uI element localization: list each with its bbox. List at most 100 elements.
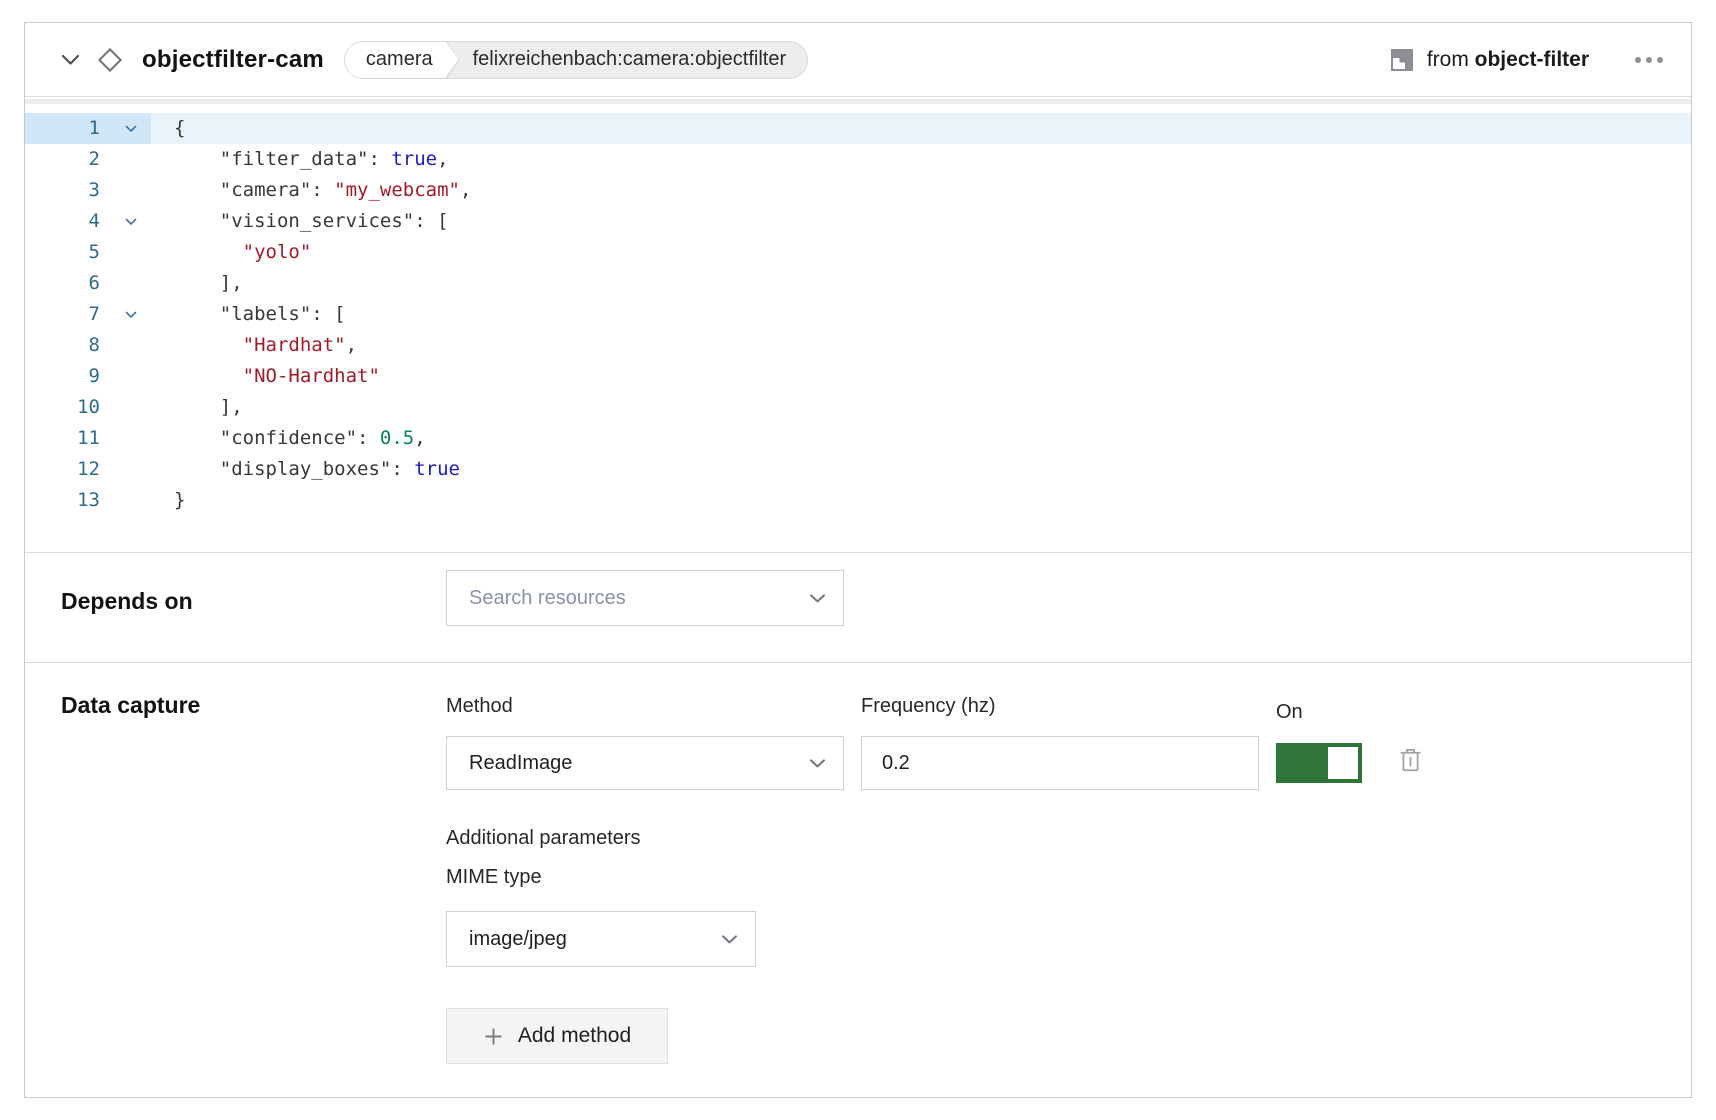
code-line[interactable]: 2 "filter_data": true, [25, 144, 1691, 175]
trash-icon [1399, 747, 1422, 772]
fold-spacer [110, 392, 151, 423]
mime-type-label: MIME type [446, 866, 542, 889]
editor-gutter: 8 [25, 330, 151, 361]
resource-card: objectfilter-cam camera felixreichenbach… [24, 22, 1692, 1098]
line-number: 7 [25, 299, 110, 330]
data-capture-heading: Data capture [61, 692, 200, 719]
line-number: 9 [25, 361, 110, 392]
code-text: "filter_data": true, [151, 144, 449, 175]
editor-gutter: 12 [25, 454, 151, 485]
mime-type-value: image/jpeg [469, 928, 567, 951]
code-line[interactable]: 7 "labels": [ [25, 299, 1691, 330]
header-right-group: from object-filter [1390, 48, 1665, 72]
chevron-down-icon [809, 758, 826, 768]
depends-on-section: Depends on Search resources [25, 552, 1691, 662]
chevron-down-icon [809, 593, 826, 603]
more-options-button[interactable] [1633, 51, 1665, 69]
code-text: } [151, 485, 185, 516]
fold-spacer [110, 454, 151, 485]
fold-spacer [110, 330, 151, 361]
line-number: 5 [25, 237, 110, 268]
type-badge: camera [345, 42, 459, 78]
module-icon [1390, 48, 1414, 72]
resource-header: objectfilter-cam camera felixreichenbach… [25, 23, 1691, 97]
code-line[interactable]: 5 "yolo" [25, 237, 1691, 268]
line-number: 12 [25, 454, 110, 485]
add-method-button[interactable]: Add method [446, 1008, 668, 1064]
plus-icon [483, 1026, 504, 1047]
code-text: "vision_services": [ [151, 206, 449, 237]
frequency-label: Frequency (hz) [861, 695, 996, 718]
line-number: 11 [25, 423, 110, 454]
line-number: 6 [25, 268, 110, 299]
editor-gutter: 11 [25, 423, 151, 454]
editor-gutter: 10 [25, 392, 151, 423]
line-number: 8 [25, 330, 110, 361]
fold-toggle[interactable] [110, 299, 151, 330]
fold-spacer [110, 361, 151, 392]
code-text: "NO-Hardhat" [151, 361, 380, 392]
editor-gutter: 7 [25, 299, 151, 330]
code-line[interactable]: 10 ], [25, 392, 1691, 423]
data-capture-section: Data capture Method Frequency (hz) On Re… [25, 662, 1691, 1099]
code-text: ], [151, 268, 243, 299]
search-resources-placeholder: Search resources [469, 587, 626, 610]
json-editor[interactable]: 1{2 "filter_data": true,3 "camera": "my_… [25, 109, 1691, 552]
code-line[interactable]: 11 "confidence": 0.5, [25, 423, 1691, 454]
fold-toggle[interactable] [110, 206, 151, 237]
add-method-label: Add method [518, 1024, 631, 1048]
code-line[interactable]: 12 "display_boxes": true [25, 454, 1691, 485]
delete-method-button[interactable] [1399, 747, 1422, 772]
code-line[interactable]: 4 "vision_services": [ [25, 206, 1691, 237]
editor-gutter: 9 [25, 361, 151, 392]
code-text: ], [151, 392, 243, 423]
ellipsis-dot [1657, 57, 1663, 63]
code-text: "camera": "my_webcam", [151, 175, 471, 206]
depends-on-heading: Depends on [61, 588, 193, 615]
component-diamond-icon [94, 44, 126, 76]
editor-gutter: 2 [25, 144, 151, 175]
code-text: { [151, 113, 185, 144]
fold-chevron-icon [125, 125, 137, 133]
editor-gutter: 4 [25, 206, 151, 237]
resource-type-model-badge: camera felixreichenbach:camera:objectfil… [344, 41, 808, 79]
additional-parameters-label: Additional parameters [446, 827, 641, 850]
fold-spacer [110, 237, 151, 268]
fold-chevron-icon [125, 218, 137, 226]
model-badge: felixreichenbach:camera:objectfilter [460, 48, 808, 71]
ellipsis-dot [1646, 57, 1652, 63]
editor-gutter: 6 [25, 268, 151, 299]
line-number: 10 [25, 392, 110, 423]
data-capture-toggle[interactable] [1276, 743, 1362, 783]
line-number: 3 [25, 175, 110, 206]
line-number: 4 [25, 206, 110, 237]
code-line[interactable]: 8 "Hardhat", [25, 330, 1691, 361]
editor-gutter: 3 [25, 175, 151, 206]
code-line[interactable]: 3 "camera": "my_webcam", [25, 175, 1691, 206]
method-value: ReadImage [469, 752, 572, 775]
fold-spacer [110, 485, 151, 516]
code-text: "confidence": 0.5, [151, 423, 426, 454]
chevron-down-icon [721, 934, 738, 944]
code-line[interactable]: 6 ], [25, 268, 1691, 299]
toggle-knob [1328, 747, 1358, 779]
method-select[interactable]: ReadImage [446, 736, 844, 790]
code-text: "Hardhat", [151, 330, 357, 361]
depends-on-select[interactable]: Search resources [446, 570, 844, 626]
code-line[interactable]: 13} [25, 485, 1691, 516]
fold-toggle[interactable] [110, 113, 151, 144]
from-module-label: from object-filter [1427, 48, 1589, 72]
fold-spacer [110, 144, 151, 175]
mime-type-select[interactable]: image/jpeg [446, 911, 756, 967]
ellipsis-dot [1635, 57, 1641, 63]
code-line[interactable]: 9 "NO-Hardhat" [25, 361, 1691, 392]
collapse-button[interactable] [61, 54, 80, 66]
code-line[interactable]: 1{ [25, 113, 1691, 144]
chevron-down-icon [61, 54, 80, 66]
resource-name: objectfilter-cam [142, 46, 324, 74]
code-text: "labels": [ [151, 299, 346, 330]
fold-chevron-icon [125, 311, 137, 319]
fold-spacer [110, 268, 151, 299]
frequency-input[interactable] [861, 736, 1259, 790]
line-number: 1 [25, 113, 110, 144]
